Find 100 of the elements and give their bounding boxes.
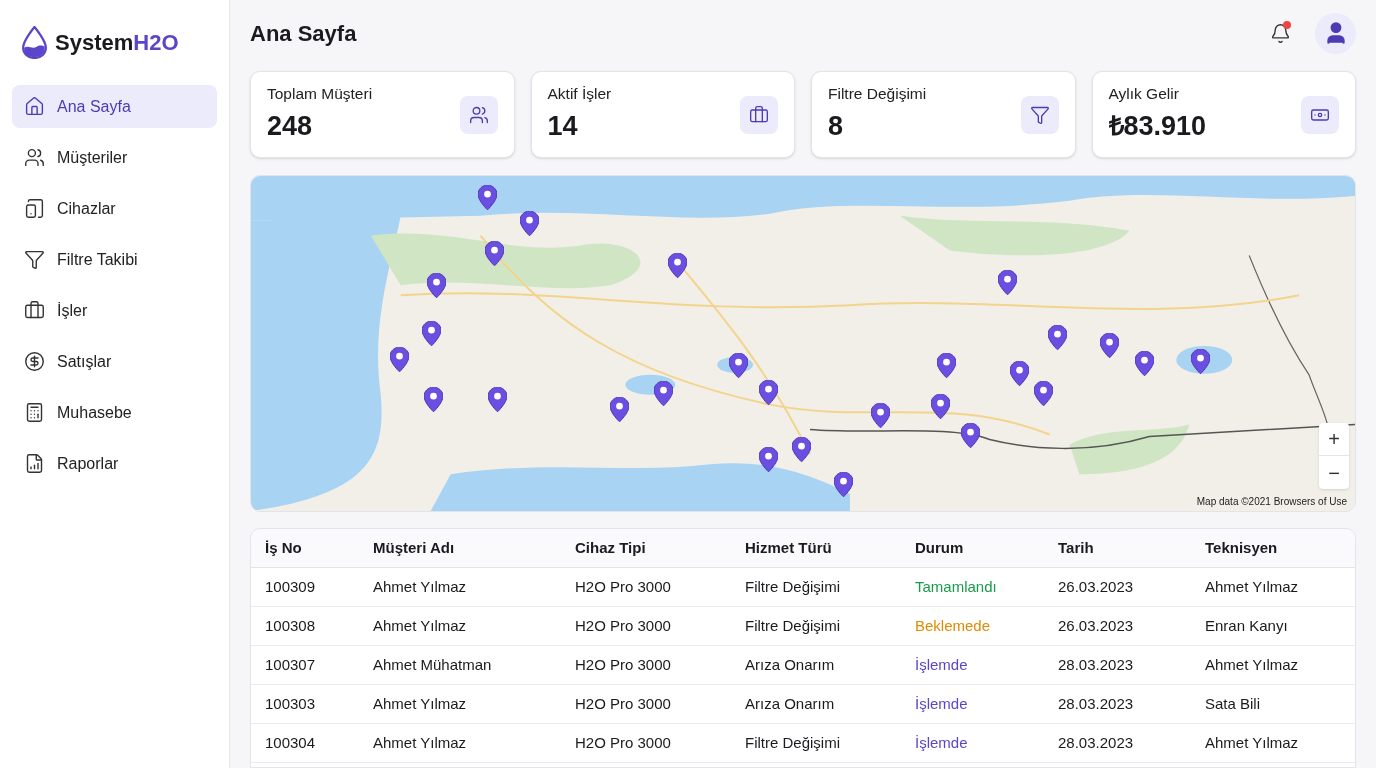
sidebar-item[interactable]: Raporlar [12,442,217,485]
map-pin-icon[interactable] [871,403,890,428]
funnel-icon [1029,104,1050,125]
map-pin-icon[interactable] [1135,351,1154,376]
dollar-icon [24,351,45,372]
status-text: Tamamlandı [915,576,998,597]
brand-name: SystemH2O [55,28,179,57]
table-cell-text: Arıza Onarım [745,654,836,675]
column-header: Hizmet Türü [745,537,833,558]
briefcase-icon [749,104,769,125]
table-cell-text: 26.03.2023 [1058,576,1135,597]
table-cell-text: H2O Pro 3000 [575,615,672,636]
map-pin-icon[interactable] [485,241,504,266]
map-pin-icon[interactable] [937,353,956,378]
map-pin-icon[interactable] [1048,325,1067,350]
zoom-in-button[interactable]: + [1319,423,1349,456]
map-pin-icon[interactable] [1010,361,1029,386]
table-cell-text: Ahmet Mühatman [373,654,493,675]
sidebar-item[interactable]: Müşteriler [12,136,217,179]
table-cell-text: Ahmet Yılmaz [1205,732,1300,753]
sidebar-item[interactable]: Satışlar [12,340,217,383]
table-cell-text: 28.03.2023 [1058,693,1135,714]
table-cell-text: Ahmet Yılmaz [373,732,468,753]
map-pin-icon[interactable] [478,185,497,210]
table-cell-text: Ahmet Yılmaz [1205,576,1300,597]
sidebar-item[interactable]: Muhasebe [12,391,217,434]
map-panel[interactable]: + − Map data ©2021 Browsers of Use [250,175,1356,512]
map-pin-icon[interactable] [1191,349,1210,374]
map-pin-icon[interactable] [759,380,778,405]
status-text: İşlemde [915,654,969,675]
status-text: Beklemede [915,615,992,636]
table-cell-text: H2O Pro 3000 [575,732,672,753]
table-cell-text: 100307 [265,654,317,675]
users-icon [468,104,489,125]
water-drop-logo-icon [22,25,47,59]
map-pin-icon[interactable] [668,253,687,278]
map-pin-icon[interactable] [424,387,443,412]
column-header: İş No [265,537,303,558]
table-cell-text: Ahmet Yılmaz [373,615,468,636]
map-pin-icon[interactable] [792,437,811,462]
map-pin-icon[interactable] [834,472,853,497]
map-pin-icon[interactable] [610,397,629,422]
map-pin-icon[interactable] [1100,333,1119,358]
table-cell-text: 26.03.2023 [1058,615,1135,636]
sidebar-item[interactable]: Cihazlar [12,187,217,230]
map-pin-icon[interactable] [427,273,446,298]
map-pin-icon[interactable] [961,423,980,448]
column-header: Cihaz Tipi [575,537,647,558]
stat-value: 8 [828,110,845,144]
bell-icon [1269,22,1291,44]
map-pin-icon[interactable] [488,387,507,412]
users-icon [24,147,45,168]
table-cell-text: 28.03.2023 [1058,732,1135,753]
page-title: Ana Sayfa [250,19,358,48]
stat-value: 14 [547,110,579,144]
devices-icon [24,198,45,219]
table-cell-text: Enran Kanyı [1205,615,1289,636]
stat-label: Aktif İşler [547,84,613,105]
home-icon [24,96,45,117]
table-cell-text: H2O Pro 3000 [575,693,672,714]
zoom-out-button[interactable]: − [1319,456,1349,489]
profile-avatar[interactable] [1315,12,1356,54]
table-cell-text: Filtre Değişimi [745,615,841,636]
table-cell-text: Sata Bili [1205,693,1262,714]
map-pin-icon[interactable] [520,211,539,236]
map-pin-icon[interactable] [998,270,1017,295]
briefcase-icon [24,300,45,321]
stat-label: Aylık Gelir [1108,84,1180,105]
table-cell-text: Ahmet Yılmaz [373,693,468,714]
sidebar-item[interactable]: Ana Sayfa [12,85,217,128]
table-cell-text: H2O Pro 3000 [575,654,672,675]
stat-label: Filtre Değişimi [828,84,928,105]
column-header: Teknisyen [1205,537,1279,558]
sidebar-item[interactable]: Filtre Takibi [12,238,217,281]
table-cell-text: Filtre Değişimi [745,576,841,597]
status-text: İşlemde [915,732,969,753]
map-pin-icon[interactable] [931,394,950,419]
table-cell-text: 100309 [265,576,317,597]
table-cell-text: Arıza Onarım [745,693,836,714]
sidebar-item[interactable]: İşler [12,289,217,332]
table-cell-text: 100304 [265,732,317,753]
column-header: Durum [915,537,965,558]
table-cell-text: Ahmet Yılmaz [373,576,468,597]
map-pin-icon[interactable] [729,353,748,378]
funnel-icon [24,249,45,270]
status-text: İşlemde [915,693,969,714]
map-pin-icon[interactable] [1034,381,1053,406]
table-cell-text: Ahmet Yılmaz [1205,654,1300,675]
table-cell-text: 100303 [265,693,317,714]
table-cell-text: 28.03.2023 [1058,654,1135,675]
stat-label: Toplam Müşteri [267,84,374,105]
map-pin-icon[interactable] [422,321,441,346]
table-cell-text: Filtre Değişimi [745,732,841,753]
map-pin-icon[interactable] [654,381,673,406]
table-cell-text: 100308 [265,615,317,636]
map-pin-icon[interactable] [759,447,778,472]
map-pin-icon[interactable] [390,347,409,372]
column-header: Tarih [1058,537,1095,558]
column-header: Müşteri Adı [373,537,456,558]
table-cell-text: H2O Pro 3000 [575,576,672,597]
